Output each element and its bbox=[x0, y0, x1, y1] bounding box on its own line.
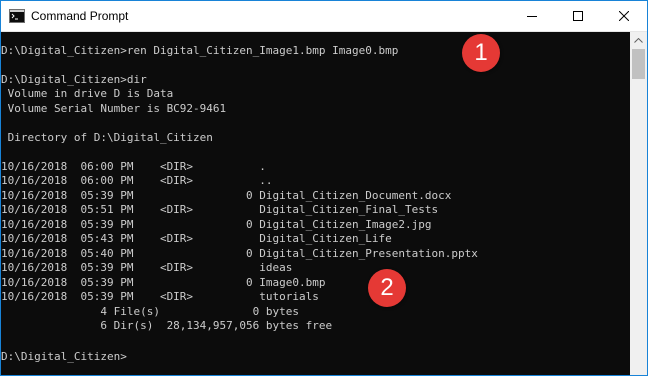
close-icon bbox=[619, 11, 629, 21]
console-line: 10/16/2018 05:39 PM <DIR> tutorials bbox=[1, 290, 319, 303]
console-line: D:\Digital_Citizen>dir bbox=[1, 73, 147, 86]
console-line: 4 File(s) 0 bytes bbox=[1, 305, 300, 318]
step-badge-1: 1 bbox=[462, 34, 500, 72]
console-line: D:\Digital_Citizen>ren Digital_Citizen_I… bbox=[1, 44, 399, 57]
cmd-terminal-icon bbox=[9, 8, 25, 24]
console-line: 10/16/2018 05:39 PM <DIR> ideas bbox=[1, 261, 293, 274]
console-line: 10/16/2018 06:00 PM <DIR> .. bbox=[1, 174, 273, 187]
maximize-button[interactable] bbox=[555, 1, 601, 31]
close-button[interactable] bbox=[601, 1, 647, 31]
console-line: 10/16/2018 06:00 PM <DIR> . bbox=[1, 160, 266, 173]
scrollbar-thumb[interactable] bbox=[632, 49, 645, 79]
console-output[interactable]: D:\Digital_Citizen>ren Digital_Citizen_I… bbox=[1, 32, 630, 375]
minimize-icon bbox=[527, 16, 537, 17]
console-line: 10/16/2018 05:51 PM <DIR> Digital_Citize… bbox=[1, 203, 439, 216]
console-line: 10/16/2018 05:39 PM 0 Image0.bmp bbox=[1, 276, 326, 289]
step-badge-2: 2 bbox=[368, 269, 406, 307]
vertical-scrollbar[interactable] bbox=[630, 32, 647, 375]
command-prompt-window: Command Prompt D:\Digital_Citizen>ren Di… bbox=[0, 0, 648, 376]
minimize-button[interactable] bbox=[509, 1, 555, 31]
title-bar[interactable]: Command Prompt bbox=[1, 1, 647, 32]
chevron-up-icon bbox=[634, 38, 643, 43]
console-line: 10/16/2018 05:39 PM 0 Digital_Citizen_Im… bbox=[1, 218, 432, 231]
window-title: Command Prompt bbox=[31, 9, 129, 23]
console-prompt-line: D:\Digital_Citizen> bbox=[1, 350, 127, 363]
console-line: Volume in drive D is Data bbox=[1, 87, 174, 100]
console-line: 6 Dir(s) 28,134,957,056 bytes free bbox=[1, 319, 333, 332]
console-line: 10/16/2018 05:39 PM 0 Digital_Citizen_Do… bbox=[1, 189, 452, 202]
console-line: 10/16/2018 05:43 PM <DIR> Digital_Citize… bbox=[1, 232, 392, 245]
console-line: 10/16/2018 05:40 PM 0 Digital_Citizen_Pr… bbox=[1, 247, 478, 260]
console-line: Volume Serial Number is BC92-9461 bbox=[1, 102, 227, 115]
maximize-icon bbox=[573, 11, 583, 21]
scroll-up-button[interactable] bbox=[630, 32, 647, 49]
console-line: Directory of D:\Digital_Citizen bbox=[1, 131, 213, 144]
